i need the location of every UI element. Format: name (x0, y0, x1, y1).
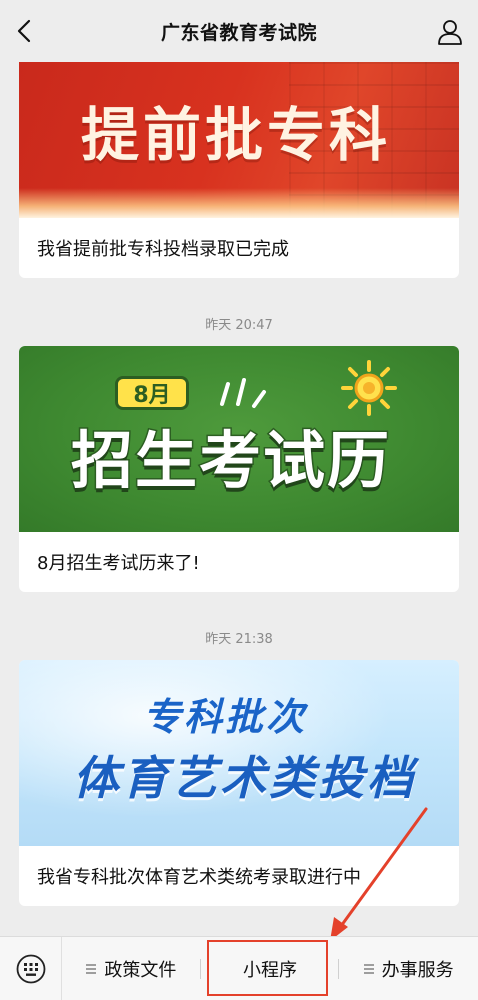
keyboard-icon (16, 954, 45, 983)
article-card[interactable]: 8月 招生考试历 8月招生考试历来了! (19, 346, 459, 592)
article-banner: 专科批次 体育艺术类投档 (19, 660, 459, 846)
banner-title-line2: 体育艺术类投档 (73, 751, 416, 805)
profile-button[interactable] (434, 16, 466, 48)
article-card[interactable]: 提前批专科 我省提前批专科投档录取已完成 (19, 62, 459, 278)
menu-lines-icon (86, 963, 97, 974)
menu-label: 办事服务 (381, 959, 454, 981)
menu-services[interactable]: 办事服务 (339, 937, 478, 1000)
menu-mini-program[interactable]: 小程序 (201, 937, 340, 1000)
timestamp: 昨天 20:47 (205, 318, 273, 333)
bottom-menu-bar: 政策文件 小程序 办事服务 (0, 936, 478, 1000)
article-title[interactable]: 我省提前批专科投档录取已完成 (19, 218, 459, 278)
banner-title: 提前批专科 (81, 101, 392, 169)
keyboard-toggle-button[interactable] (0, 936, 62, 1000)
timestamp: 昨天 21:38 (205, 632, 273, 647)
article-card[interactable]: 专科批次 体育艺术类投档 我省专科批次体育艺术类统考录取进行中 (19, 660, 459, 906)
menu-label: 小程序 (243, 959, 297, 981)
article-banner: 8月 招生考试历 (19, 346, 459, 532)
chevron-left-icon (17, 19, 31, 43)
sun-icon (341, 360, 397, 416)
article-banner: 提前批专科 (19, 62, 459, 218)
page-title: 广东省教育考试院 (160, 21, 317, 44)
banner-badge: 8月 (115, 376, 189, 410)
menu-policy-documents[interactable]: 政策文件 (62, 937, 201, 1000)
banner-decoration (19, 188, 459, 218)
banner-title: 招生考试历 (69, 423, 392, 499)
article-title[interactable]: 我省专科批次体育艺术类统考录取进行中 (19, 846, 459, 906)
banner-title-line1: 专科批次 (143, 695, 308, 739)
person-icon (438, 20, 462, 45)
article-title[interactable]: 8月招生考试历来了! (19, 532, 459, 592)
top-bar: 广东省教育考试院 (0, 0, 478, 62)
menu-label: 政策文件 (104, 959, 177, 981)
back-button[interactable] (10, 16, 40, 46)
sparkle-decoration-icon (220, 378, 266, 408)
menu-lines-icon (363, 963, 374, 974)
